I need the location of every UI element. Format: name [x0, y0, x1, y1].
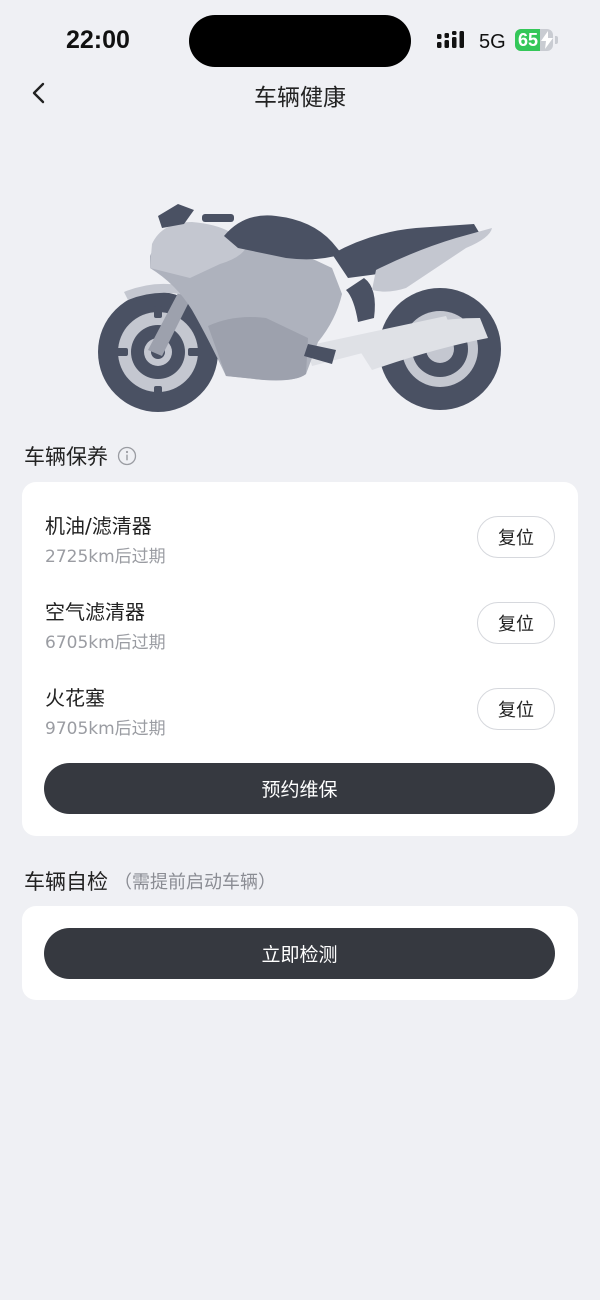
- item-remaining-distance: 6705km后过期: [45, 633, 166, 653]
- item-remaining-distance: 2725km后过期: [45, 547, 166, 567]
- battery-percent: 65: [518, 30, 539, 50]
- signal-icon: [437, 31, 464, 48]
- reset-spark-plug-button[interactable]: 复位: [477, 688, 555, 730]
- info-icon[interactable]: [117, 446, 137, 466]
- item-name: 空气滤清器: [45, 600, 145, 624]
- charging-bolt-icon: [541, 31, 553, 49]
- reset-oil-filter-button[interactable]: 复位: [477, 516, 555, 558]
- self-check-hint: （需提前启动车辆）: [114, 872, 276, 893]
- battery-cap: [555, 36, 558, 44]
- book-maintenance-button[interactable]: 预约维保: [44, 763, 555, 814]
- maintenance-section-title: 车辆保养: [24, 441, 137, 471]
- network-type: 5G: [479, 31, 506, 53]
- nav-bar: 车辆健康: [0, 70, 600, 114]
- item-name: 火花塞: [45, 686, 105, 710]
- start-detection-button[interactable]: 立即检测: [44, 928, 555, 979]
- reset-air-filter-button[interactable]: 复位: [477, 602, 555, 644]
- maintenance-item-spark-plug: 火花塞 9705km后过期 复位: [45, 682, 555, 742]
- maintenance-item-oil-filter: 机油/滤清器 2725km后过期 复位: [45, 510, 555, 570]
- maintenance-title: 车辆保养: [24, 445, 108, 469]
- page-title: 车辆健康: [254, 85, 346, 111]
- maintenance-item-air-filter: 空气滤清器 6705km后过期 复位: [45, 596, 555, 656]
- self-check-title: 车辆自检: [24, 870, 108, 894]
- item-remaining-distance: 9705km后过期: [45, 719, 166, 739]
- maintenance-card: 机油/滤清器 2725km后过期 复位 空气滤清器 6705km后过期 复位 火…: [22, 482, 578, 836]
- motorcycle-illustration: [98, 204, 501, 412]
- status-time: 22:00: [66, 26, 130, 54]
- self-check-section-title: 车辆自检 （需提前启动车辆）: [24, 866, 276, 896]
- self-check-card: 立即检测: [22, 906, 578, 1000]
- item-name: 机油/滤清器: [45, 514, 152, 538]
- status-bar: 22:00 5G 65: [0, 0, 600, 80]
- dynamic-island: [189, 15, 411, 67]
